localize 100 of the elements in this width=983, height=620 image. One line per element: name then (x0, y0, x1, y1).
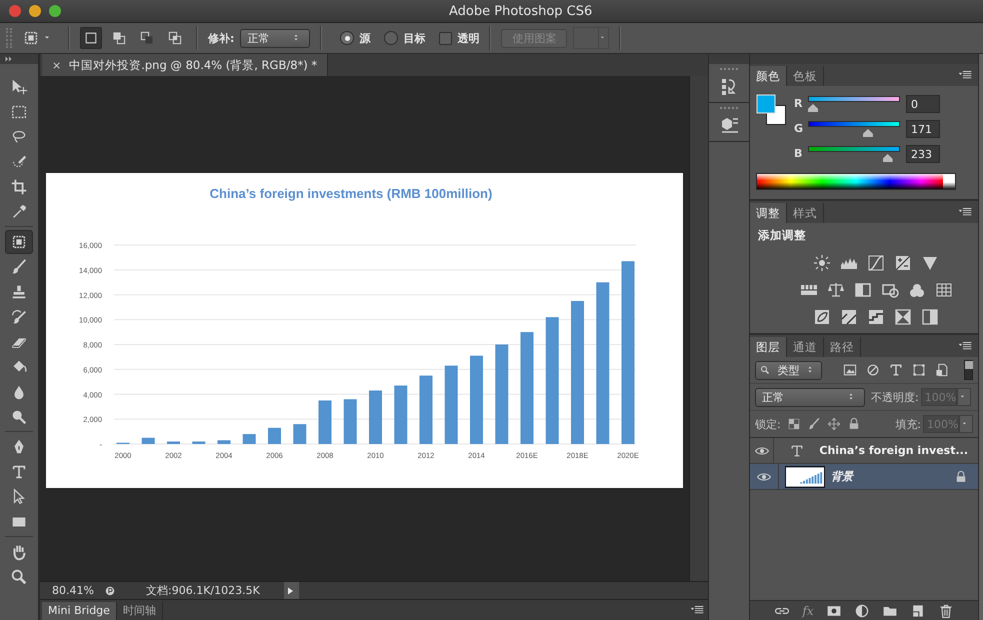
cube-icon[interactable] (719, 115, 739, 135)
panel-tab[interactable]: 路径 (824, 337, 861, 357)
zoom-window-button[interactable] (49, 5, 61, 17)
radio-button[interactable] (340, 31, 354, 45)
panel-tab[interactable]: 通道 (787, 337, 824, 357)
layer-row[interactable]: 背景 (750, 464, 978, 490)
bar (218, 440, 230, 444)
grip-handle[interactable] (720, 107, 738, 111)
document-tab[interactable]: × 中国对外投资.png @ 80.4% (背景, RGB/8*) * (42, 54, 328, 76)
document-title: 中国对外投资.png @ 80.4% (背景, RGB/8*) * (69, 58, 318, 72)
search-icon (760, 365, 770, 375)
crop-icon (10, 178, 28, 196)
checkbox[interactable] (439, 32, 452, 44)
layer-style-button[interactable]: fx (802, 604, 814, 618)
subtract-selection-icon (139, 30, 155, 46)
history-brush-icon (10, 308, 28, 326)
image-icon[interactable] (842, 362, 858, 378)
bar (192, 442, 206, 444)
intersect-selection-icon (167, 30, 183, 46)
channel-label: B (794, 147, 802, 160)
checkbox-label: 透明 (457, 30, 480, 46)
selective-color-icon[interactable] (893, 306, 913, 326)
checker-icon[interactable] (786, 417, 801, 431)
panel-tab[interactable]: 调整 (750, 203, 787, 223)
curves-icon[interactable] (866, 252, 886, 272)
status-menu-button[interactable] (284, 582, 298, 599)
collapse-arrows-icon[interactable] (4, 54, 14, 64)
panel-tab[interactable]: Mini Bridge (42, 602, 117, 620)
slider-thumb[interactable] (808, 104, 818, 112)
channel-label: R (794, 97, 802, 110)
type-icon[interactable] (888, 362, 904, 378)
filter-toggle[interactable] (964, 360, 973, 380)
close-window-button[interactable] (9, 5, 21, 17)
patch-label: 修补: (208, 30, 234, 46)
channel-slider[interactable] (808, 119, 900, 138)
channel-slider[interactable] (808, 94, 900, 113)
panel-tab[interactable]: 样式 (787, 203, 824, 223)
layer-name: China’s foreign invest... (819, 444, 968, 457)
vertical-scrollbar[interactable] (689, 76, 708, 581)
slider-thumb[interactable] (882, 154, 893, 162)
lock-label: 锁定: (755, 416, 781, 432)
dodge-icon (10, 408, 28, 426)
slider-thumb[interactable] (862, 129, 873, 137)
panel-tab[interactable]: 颜色 (750, 66, 787, 86)
layer-filter-dropdown[interactable]: 类型 (755, 360, 822, 380)
bar (344, 399, 357, 444)
type-icon (788, 442, 805, 458)
panel-tab[interactable]: 色板 (787, 66, 824, 86)
panel-tab[interactable]: 时间轴 (116, 602, 163, 620)
channel-slider[interactable] (808, 144, 900, 163)
bar (394, 386, 408, 444)
channel-value-field[interactable]: 0 (906, 94, 940, 112)
new-selection-icon (83, 30, 99, 46)
sun-icon[interactable] (812, 252, 832, 272)
color-swatches[interactable] (756, 94, 786, 126)
panel-heading: 添加调整 (757, 227, 807, 244)
radio-label: 源 (359, 30, 370, 46)
opacity-label: 不透明度: (871, 390, 919, 404)
channel-value-field[interactable]: 171 (906, 120, 940, 138)
stamp-icon (10, 282, 28, 300)
move-cross-icon[interactable] (826, 417, 841, 431)
adjustment-icon[interactable] (854, 602, 870, 618)
add-selection-icon (111, 30, 127, 46)
bar (242, 434, 256, 444)
layer-name: 背景 (831, 469, 853, 484)
bar (293, 424, 306, 444)
smart-object-icon[interactable] (934, 362, 950, 378)
bar (268, 428, 281, 444)
gradient-map-icon[interactable] (920, 306, 940, 326)
brush-icon (10, 258, 28, 276)
panel-tab[interactable]: 图层 (750, 337, 787, 357)
brush-icon[interactable] (806, 417, 821, 431)
new-selection-button[interactable] (80, 27, 102, 49)
radio-label: 目标 (403, 30, 426, 46)
bar (369, 390, 382, 444)
bar (420, 376, 432, 444)
grip-handle[interactable] (720, 68, 738, 72)
tool-button[interactable] (5, 230, 33, 254)
transform-icon[interactable] (910, 362, 927, 378)
patch-mode-dropdown[interactable]: 正常 (240, 28, 310, 48)
trash-icon[interactable] (938, 602, 954, 618)
move-icon (10, 78, 28, 96)
patch-icon (22, 29, 40, 47)
bar (167, 442, 180, 444)
channel-value-field[interactable]: 233 (906, 144, 940, 162)
close-tab-button[interactable]: × (52, 58, 62, 72)
minimize-window-button[interactable] (29, 5, 41, 17)
chart-title: China’s foreign investments (RMB 100million) (210, 186, 492, 201)
radio-button[interactable] (384, 31, 398, 45)
layer-thumbnail (786, 466, 824, 486)
grip-handle[interactable] (6, 28, 12, 48)
document-size: 文档:906.1K/1023.5K (146, 583, 261, 598)
exposure-icon[interactable] (893, 252, 913, 272)
color-spectrum[interactable] (756, 173, 956, 190)
zoom-level[interactable]: 80.41% (52, 584, 104, 597)
zoom-icon (10, 568, 28, 586)
channel-label: G (794, 122, 802, 135)
bar (318, 400, 332, 444)
window-title: Adobe Photoshop CS6 (449, 4, 592, 18)
blend-mode-dropdown[interactable]: 正常 (755, 388, 865, 406)
